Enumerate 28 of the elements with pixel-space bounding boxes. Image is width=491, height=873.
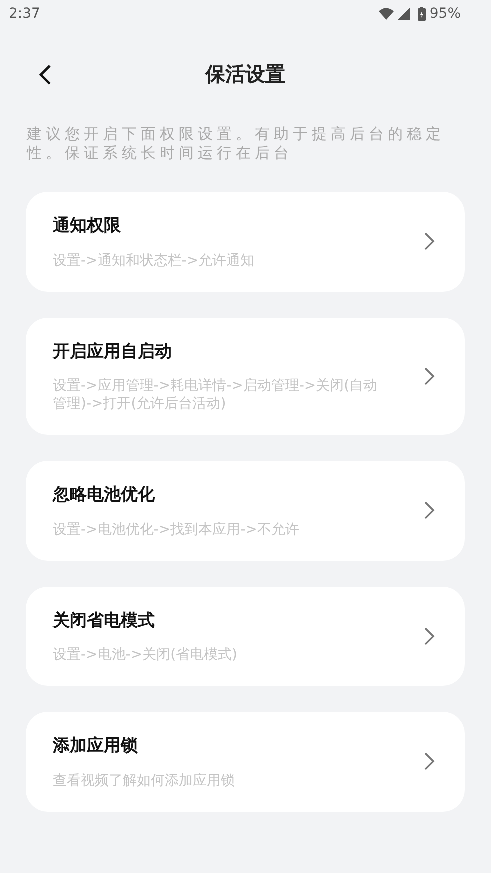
back-icon[interactable] (38, 64, 52, 86)
signal-icon (398, 8, 410, 20)
description-text: 建议您开启下面权限设置。有助于提高后台的稳定性。保证系统长时间运行在后台 (26, 125, 446, 163)
chevron-right-icon (424, 752, 435, 772)
chevron-right-icon (424, 501, 435, 520)
card-title: 开启应用自启动 (53, 340, 173, 364)
settings-card[interactable]: 忽略电池优化 设置->电池优化->找到本应用->不允许 (26, 461, 465, 560)
battery-icon (418, 7, 426, 21)
chevron-right-icon (424, 366, 435, 386)
settings-card[interactable]: 通知权限 设置->通知和状态栏->允许通知 (26, 192, 465, 292)
card-subtitle: 设置->通知和状态栏->允许通知 (53, 252, 256, 270)
wifi-icon (378, 8, 394, 20)
card-subtitle: 设置->应用管理->耗电详情->启动管理->关闭(自动管理)->打开(允许后台活动) (53, 377, 379, 413)
chevron-right-icon (424, 626, 435, 646)
battery-percentage: 95% (430, 4, 461, 24)
status-time: 2:37 (9, 4, 40, 24)
card-subtitle: 设置->电池->关闭(省电模式) (53, 646, 238, 664)
page-title: 保活设置 (206, 61, 286, 88)
card-title: 通知权限 (53, 215, 122, 238)
chevron-right-icon (424, 232, 435, 252)
settings-card[interactable]: 添加应用锁 查看视频了解如何添加应用锁 (26, 712, 465, 812)
card-subtitle: 查看视频了解如何添加应用锁 (53, 772, 236, 790)
card-title: 忽略电池优化 (53, 484, 156, 507)
card-subtitle: 设置->电池优化->找到本应用->不允许 (53, 520, 300, 538)
settings-card[interactable]: 开启应用自启动 设置->应用管理->耗电详情->启动管理->关闭(自动管理)->打开(允许后台活动) (26, 318, 465, 435)
settings-card[interactable]: 关闭省电模式 设置->电池->关闭(省电模式) (26, 586, 465, 686)
card-title: 添加应用锁 (53, 735, 139, 758)
card-title: 关闭省电模式 (53, 610, 156, 632)
